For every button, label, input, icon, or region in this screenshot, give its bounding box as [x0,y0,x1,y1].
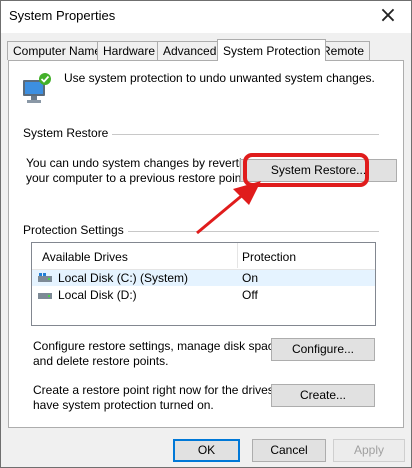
configure-desc-line1: Configure restore settings, manage disk … [33,339,284,353]
close-icon[interactable]: × [373,3,403,29]
apply-button[interactable]: Apply [333,439,405,462]
system-properties-window: System Properties × Computer Name Hardwa… [0,0,412,468]
create-desc-line2: have system protection turned on. [33,398,214,412]
drive-name: Local Disk (D:) [58,288,137,302]
create-button[interactable]: Create... [271,384,375,407]
window-title: System Properties [9,8,116,23]
ok-button[interactable]: OK [173,439,240,462]
column-header-drives[interactable]: Available Drives [42,250,128,264]
drive-row-d[interactable]: Local Disk (D:) Off [32,287,375,303]
list-header: Available Drives Protection [32,243,375,270]
available-drives-list[interactable]: Available Drives Protection Local Disk (… [31,242,376,326]
tab-computer-name[interactable]: Computer Name [7,41,108,60]
column-divider [237,243,238,268]
drive-row-c[interactable]: Local Disk (C:) (System) On [32,270,375,286]
cancel-button[interactable]: Cancel [252,439,326,462]
system-protection-icon [23,73,51,103]
drive-protection-status: On [242,271,259,285]
drive-protection-status: Off [242,288,258,302]
title-bar: System Properties × [1,1,411,33]
tab-advanced[interactable]: Advanced [157,41,223,60]
column-header-protection[interactable]: Protection [242,250,296,264]
tab-system-protection[interactable]: System Protection [217,39,327,61]
system-restore-desc-line1: You can undo system changes by reverting [26,156,256,170]
annotation-arrow-icon [196,181,261,235]
create-desc-line1: Create a restore point right now for the… [33,383,298,397]
system-restore-heading: System Restore [23,126,113,140]
configure-desc-line2: and delete restore points. [33,354,169,368]
drive-name: Local Disk (C:) (System) [58,271,189,285]
configure-button[interactable]: Configure... [271,338,375,361]
tab-hardware[interactable]: Hardware [97,41,162,60]
protection-settings-heading: Protection Settings [23,223,128,237]
system-drive-icon [38,273,52,282]
intro-text: Use system protection to undo unwanted s… [64,71,375,85]
drive-icon [38,293,52,299]
